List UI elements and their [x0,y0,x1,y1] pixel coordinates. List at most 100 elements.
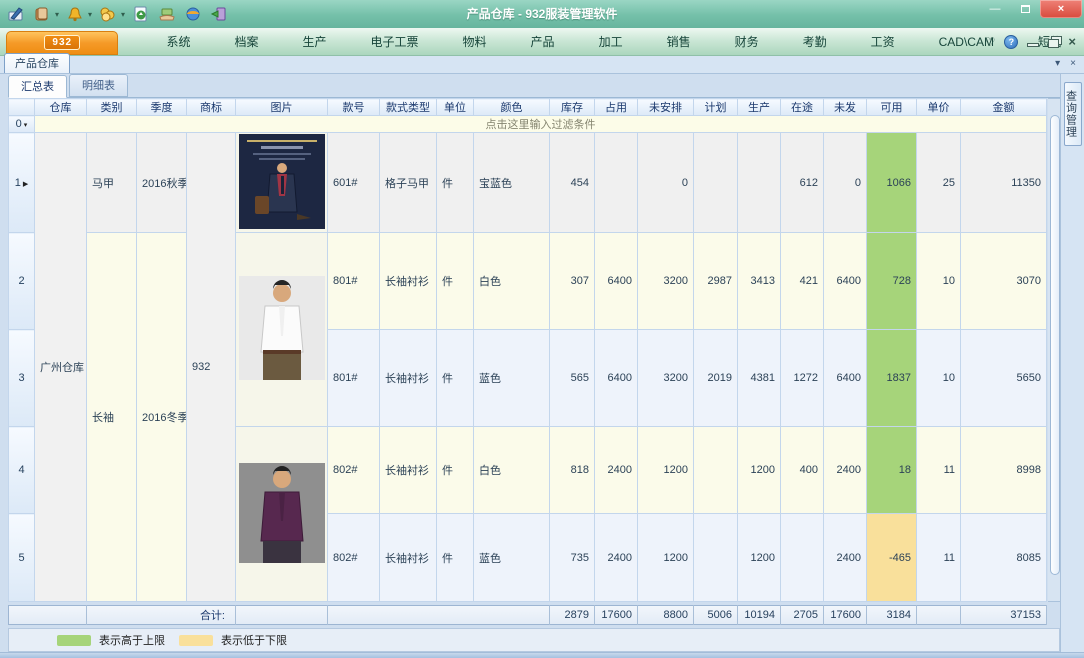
cell-occupied[interactable]: 2400 [595,427,638,514]
cell-unshipped[interactable]: 0 [824,133,867,233]
cell-style-type[interactable]: 格子马甲 [380,133,437,233]
filter-dropdown-icon[interactable]: ▾ [24,122,28,129]
cell-style-no[interactable]: 802# [328,514,380,602]
col-color[interactable]: 颜色 [474,99,550,116]
child-restore-icon[interactable] [1048,39,1059,48]
cell-unplanned[interactable]: 0 [638,133,694,233]
tab-close-icon[interactable]: × [1070,58,1076,69]
col-unshipped[interactable]: 未发 [824,99,867,116]
menu-item-archive[interactable]: 档案 [212,29,280,55]
cell-color[interactable]: 白色 [474,233,550,330]
cell-in-transit[interactable]: 1272 [781,330,824,427]
coins-dropdown-icon[interactable]: ▾ [121,10,125,19]
cell-amount[interactable]: 3070 [961,233,1047,330]
menu-item-material[interactable]: 物料 [441,29,509,55]
col-season[interactable]: 季度 [137,99,187,116]
col-plan[interactable]: 计划 [694,99,738,116]
menu-item-sales[interactable]: 销售 [645,29,713,55]
dock-tab-query-management[interactable]: 查询管理 [1064,82,1082,146]
cell-plan[interactable]: 2987 [694,233,738,330]
cell-amount[interactable]: 11350 [961,133,1047,233]
edit-card-icon[interactable] [6,4,26,24]
filter-input[interactable]: 点击这里输入过滤条件 [35,116,1047,133]
cell-price[interactable]: 25 [917,133,961,233]
app-ribbon-button[interactable]: 932 [6,31,118,55]
bell-dropdown-icon[interactable]: ▾ [88,10,92,19]
child-minimize-icon[interactable] [1027,43,1039,47]
cell-price[interactable]: 10 [917,330,961,427]
menu-item-processing[interactable]: 加工 [577,29,645,55]
cell-plan[interactable] [694,514,738,602]
cell-image-white-shirt[interactable] [236,233,328,427]
cell-plan[interactable]: 2019 [694,330,738,427]
col-available[interactable]: 可用 [867,99,917,116]
child-close-icon[interactable]: × [1068,34,1076,49]
cell-production[interactable]: 3413 [738,233,781,330]
cell-plan[interactable] [694,427,738,514]
cell-unplanned[interactable]: 3200 [638,233,694,330]
col-production[interactable]: 生产 [738,99,781,116]
cell-unit[interactable]: 件 [437,330,474,427]
coins-icon[interactable] [98,4,118,24]
cell-color[interactable]: 蓝色 [474,514,550,602]
window-restore-button[interactable] [1010,0,1040,18]
col-price[interactable]: 单价 [917,99,961,116]
col-warehouse[interactable]: 仓库 [35,99,87,116]
cell-style-type[interactable]: 长袖衬衫 [380,514,437,602]
menu-item-product[interactable]: 产品 [509,29,577,55]
cell-stock[interactable]: 735 [550,514,595,602]
col-category[interactable]: 类别 [87,99,137,116]
cell-available[interactable]: 18 [867,427,917,514]
cell-unshipped[interactable]: 2400 [824,514,867,602]
cell-style-no[interactable]: 801# [328,233,380,330]
cell-style-type[interactable]: 长袖衬衫 [380,330,437,427]
tab-summary[interactable]: 汇总表 [8,75,67,98]
window-minimize-button[interactable]: — [980,0,1010,18]
cell-available[interactable]: 1066 [867,133,917,233]
cell-image-vest-poster[interactable] [236,133,328,233]
cell-stock[interactable]: 307 [550,233,595,330]
cell-plan[interactable] [694,133,738,233]
cell-in-transit[interactable]: 612 [781,133,824,233]
cell-category-merged[interactable]: 长袖 [87,233,137,602]
col-unit[interactable]: 单位 [437,99,474,116]
tab-list-dropdown-icon[interactable]: ▾ [1055,58,1060,69]
cell-production[interactable] [738,133,781,233]
cell-unit[interactable]: 件 [437,233,474,330]
col-stock[interactable]: 库存 [550,99,595,116]
cell-style-no[interactable]: 802# [328,427,380,514]
scrollbar-thumb[interactable] [1050,115,1060,575]
cell-warehouse-merged[interactable]: 广州仓库 [35,133,87,602]
col-style-no[interactable]: 款号 [328,99,380,116]
bell-icon[interactable] [65,4,85,24]
tab-detail[interactable]: 明细表 [69,74,128,97]
tab-product-warehouse[interactable]: 产品仓库 [4,53,70,73]
notebook-dropdown-icon[interactable]: ▾ [55,10,59,19]
cell-season[interactable]: 2016秋季 [137,133,187,233]
menu-item-attendance[interactable]: 考勤 [781,29,849,55]
cell-unit[interactable]: 件 [437,133,474,233]
cell-season-merged[interactable]: 2016冬季 [137,233,187,602]
cell-unshipped[interactable]: 6400 [824,233,867,330]
cell-available[interactable]: 728 [867,233,917,330]
menu-item-production[interactable]: 生产 [281,29,349,55]
col-image[interactable]: 图片 [236,99,328,116]
cell-color[interactable]: 白色 [474,427,550,514]
col-brand[interactable]: 商标 [187,99,236,116]
exit-door-icon[interactable] [209,4,229,24]
cell-image-purple-shirt[interactable] [236,427,328,602]
cell-style-type[interactable]: 长袖衬衫 [380,233,437,330]
cell-stock[interactable]: 454 [550,133,595,233]
cell-price[interactable]: 11 [917,514,961,602]
cell-in-transit[interactable]: 421 [781,233,824,330]
table-row[interactable]: 1▶ 广州仓库 马甲 2016秋季 932 601# 格子马甲 件 宝蓝色 45… [9,133,1047,233]
menu-item-salary[interactable]: 工资 [849,29,917,55]
cell-occupied[interactable]: 6400 [595,233,638,330]
menu-item-system[interactable]: 系统 [144,29,212,55]
cell-style-type[interactable]: 长袖衬衫 [380,427,437,514]
cell-category[interactable]: 马甲 [87,133,137,233]
cell-in-transit[interactable] [781,514,824,602]
cell-price[interactable]: 10 [917,233,961,330]
recycle-document-icon[interactable] [131,4,151,24]
cell-unplanned[interactable]: 1200 [638,427,694,514]
